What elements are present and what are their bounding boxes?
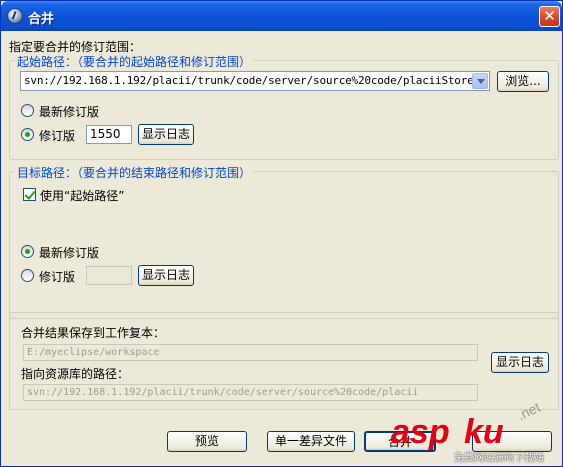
source-revision-radio[interactable]: [21, 128, 34, 141]
working-copy-label: 合并结果保存到工作复本：: [21, 326, 166, 340]
merge-dialog: 合并 ✕ 指定要合并的修订范围： 起始路径：（要合并的起始路径和修订范围） sv…: [0, 0, 563, 467]
target-latest-label: 最新修订版: [39, 246, 100, 260]
source-latest-radio[interactable]: [21, 104, 34, 117]
target-latest-radio[interactable]: [21, 245, 34, 258]
window-title: 合并: [28, 12, 55, 27]
watermark-subtitle: 免费网站源码下载站: [454, 453, 544, 464]
repo-path-label: 指向资源库的路径：: [21, 367, 130, 381]
close-button[interactable]: ✕: [539, 6, 560, 27]
use-from-path-label: 使用“起始路径”: [40, 189, 125, 203]
source-legend: 起始路径：（要合并的起始路径和修订范围）: [15, 53, 254, 70]
target-revision-label: 修订版: [39, 270, 76, 284]
tortoisesvn-icon: [7, 8, 23, 24]
result-show-log-button[interactable]: 显示日志: [491, 352, 549, 373]
source-url-value: svn://192.168.1.192/placii/trunk/code/se…: [24, 74, 474, 87]
watermark-brand: asp: [391, 413, 450, 451]
watermark-brand-tail: ku: [464, 413, 504, 451]
target-show-log-button[interactable]: 显示日志: [138, 265, 194, 286]
source-url-combo[interactable]: svn://192.168.1.192/placii/trunk/code/se…: [20, 71, 490, 91]
repo-path-field: svn://192.168.1.192/placii/trunk/code/se…: [23, 384, 478, 401]
source-latest-label: 最新修订版: [39, 105, 100, 119]
unified-diff-button[interactable]: 单一差异文件: [267, 431, 355, 452]
source-show-log-button[interactable]: 显示日志: [138, 124, 194, 145]
browse-button[interactable]: 浏览...: [497, 71, 549, 92]
chevron-down-icon[interactable]: [472, 73, 488, 89]
source-revision-input[interactable]: 1550: [86, 125, 132, 144]
target-revision-radio[interactable]: [21, 269, 34, 282]
preview-button[interactable]: 预览: [167, 431, 247, 452]
use-from-path-checkbox[interactable]: [23, 188, 36, 201]
target-legend: 目标路径：（要合并的结束路径和修订范围）: [15, 164, 254, 181]
working-copy-field: E:/myeclipse/workspace: [23, 344, 478, 361]
dialog-body: 指定要合并的修订范围： 起始路径：（要合并的起始路径和修订范围） svn://1…: [4, 31, 559, 465]
source-revision-label: 修订版: [39, 129, 76, 143]
target-revision-input[interactable]: [86, 266, 132, 285]
title-bar[interactable]: 合并 ✕: [1, 1, 562, 31]
